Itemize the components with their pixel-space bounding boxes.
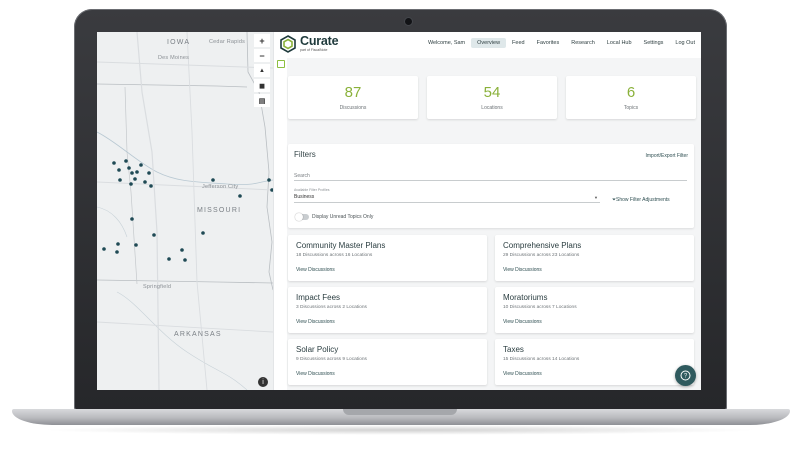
filter-profile-select[interactable]: Business ▼ [294,194,600,203]
top-bar: Curate part of FiscalNote Welcome, Sam O… [280,32,701,58]
laptop-notch [343,409,457,415]
brand-subtitle: part of FiscalNote [300,48,328,52]
nav-research[interactable]: Research [565,38,601,48]
view-discussions-link[interactable]: View Discussions [296,371,335,377]
help-icon: ? [680,370,691,381]
filter-profile-value: Business [294,194,315,200]
filters-title: Filters [294,150,316,159]
side-rail [273,32,287,390]
topic-title: Moratoriums [503,293,548,302]
stat-label: Locations [481,105,503,111]
view-discussions-link[interactable]: View Discussions [503,319,542,325]
camera-icon [404,17,413,26]
svg-text:?: ? [684,374,688,380]
topic-meta: 29 Discussions across 23 Locations [503,253,580,258]
map-label-missouri: MISSOURI [197,207,242,214]
map-info-icon[interactable]: i [258,377,268,387]
map-label-arkansas: ARKANSAS [174,331,222,338]
topic-meta: 10 Discussions across 7 Locations [503,305,577,310]
stats-row: 87 Discussions 54 Locations 6 Topics [287,76,701,119]
screen: IOWA Cedar Rapids Des Moines Jefferson C… [97,32,701,390]
brand-name: Curate [300,34,339,48]
stat-label: Discussions [339,105,367,111]
topic-card[interactable]: Taxes 15 Discussions across 14 Locations… [495,339,694,385]
show-filter-adjustments-button[interactable]: ⏷Show Filter Adjustments [612,197,670,203]
nav-feed[interactable]: Feed [506,38,531,48]
map-label-jefferson-city: Jefferson City [202,184,239,190]
toggle-knob [295,213,303,221]
top-nav: Welcome, Sam Overview Feed Favorites Res… [422,38,701,48]
filter-profile-label: Available Filter Profiles [294,188,330,192]
stat-card-discussions[interactable]: 87 Discussions [288,76,418,119]
map-label-des-moines: Des Moines [158,55,190,61]
topic-card[interactable]: Solar Policy 9 Discussions across 9 Loca… [288,339,487,385]
map-panel[interactable]: IOWA Cedar Rapids Des Moines Jefferson C… [97,32,273,390]
compass-button[interactable]: ▲ [254,64,270,77]
laptop-shadow [40,425,760,435]
topic-title: Taxes [503,345,524,354]
nav-local-hub[interactable]: Local Hub [601,38,638,48]
nav-overview[interactable]: Overview [471,38,507,48]
stat-card-locations[interactable]: 54 Locations [427,76,557,119]
nav-log-out[interactable]: Log Out [669,38,701,48]
topic-card[interactable]: Comprehensive Plans 29 Discussions acros… [495,235,694,281]
topic-card[interactable]: Impact Fees 3 Discussions across 2 Locat… [288,287,487,333]
map-controls: + − ▲ ◼ ▤ [254,34,270,107]
layers-button[interactable]: ▤ [254,94,270,107]
filters-panel: Filters Import/Export Filter Available F… [288,144,694,228]
map-label-cedar-rapids: Cedar Rapids [209,39,246,45]
topic-title: Comprehensive Plans [503,241,582,250]
welcome-text: Welcome, Sam [427,40,466,46]
stat-value: 6 [626,84,636,101]
topic-card[interactable]: Moratoriums 10 Discussions across 7 Loca… [495,287,694,333]
stat-label: Topics [623,105,639,111]
topic-title: Community Master Plans [296,241,386,250]
unread-only-toggle[interactable] [295,213,309,221]
view-discussions-link[interactable]: View Discussions [503,267,542,273]
unread-only-label: Display Unread Topics Only [312,214,374,220]
nav-favorites[interactable]: Favorites [531,38,566,48]
stat-value: 87 [344,84,362,101]
view-discussions-link[interactable]: View Discussions [296,267,335,273]
topics-grid: Community Master Plans 18 Discussions ac… [288,235,694,385]
view-discussions-link[interactable]: View Discussions [296,319,335,325]
curate-logo-icon [280,35,296,53]
map-label-iowa: IOWA [167,39,191,46]
topic-meta: 9 Discussions across 9 Locations [296,357,367,362]
map-label-springfield: Springfield [143,284,172,290]
topic-card[interactable]: Community Master Plans 18 Discussions ac… [288,235,487,281]
stat-value: 54 [483,84,501,101]
brand-logo[interactable]: Curate part of FiscalNote [279,34,339,53]
topic-title: Impact Fees [296,293,341,302]
topic-meta: 3 Discussions across 2 Locations [296,305,367,310]
draw-area-button[interactable]: ◼ [254,79,270,92]
nav-settings[interactable]: Settings [638,38,670,48]
chevron-down-icon: ▼ [594,195,598,200]
help-button[interactable]: ? [675,365,696,386]
import-export-filter-link[interactable]: Import/Export Filter [645,153,688,159]
search-input[interactable] [294,171,687,181]
show-filter-adjustments-label: Show Filter Adjustments [616,197,670,203]
stat-card-topics[interactable]: 6 Topics [566,76,696,119]
view-discussions-link[interactable]: View Discussions [503,371,542,377]
app-main: Curate part of FiscalNote Welcome, Sam O… [280,32,701,390]
topic-title: Solar Policy [296,345,339,354]
zoom-in-button[interactable]: + [254,34,270,47]
map-toggle-icon[interactable] [277,60,285,68]
topic-meta: 15 Discussions across 14 Locations [503,357,580,362]
zoom-out-button[interactable]: − [254,49,270,62]
topic-meta: 18 Discussions across 16 Locations [296,253,373,258]
